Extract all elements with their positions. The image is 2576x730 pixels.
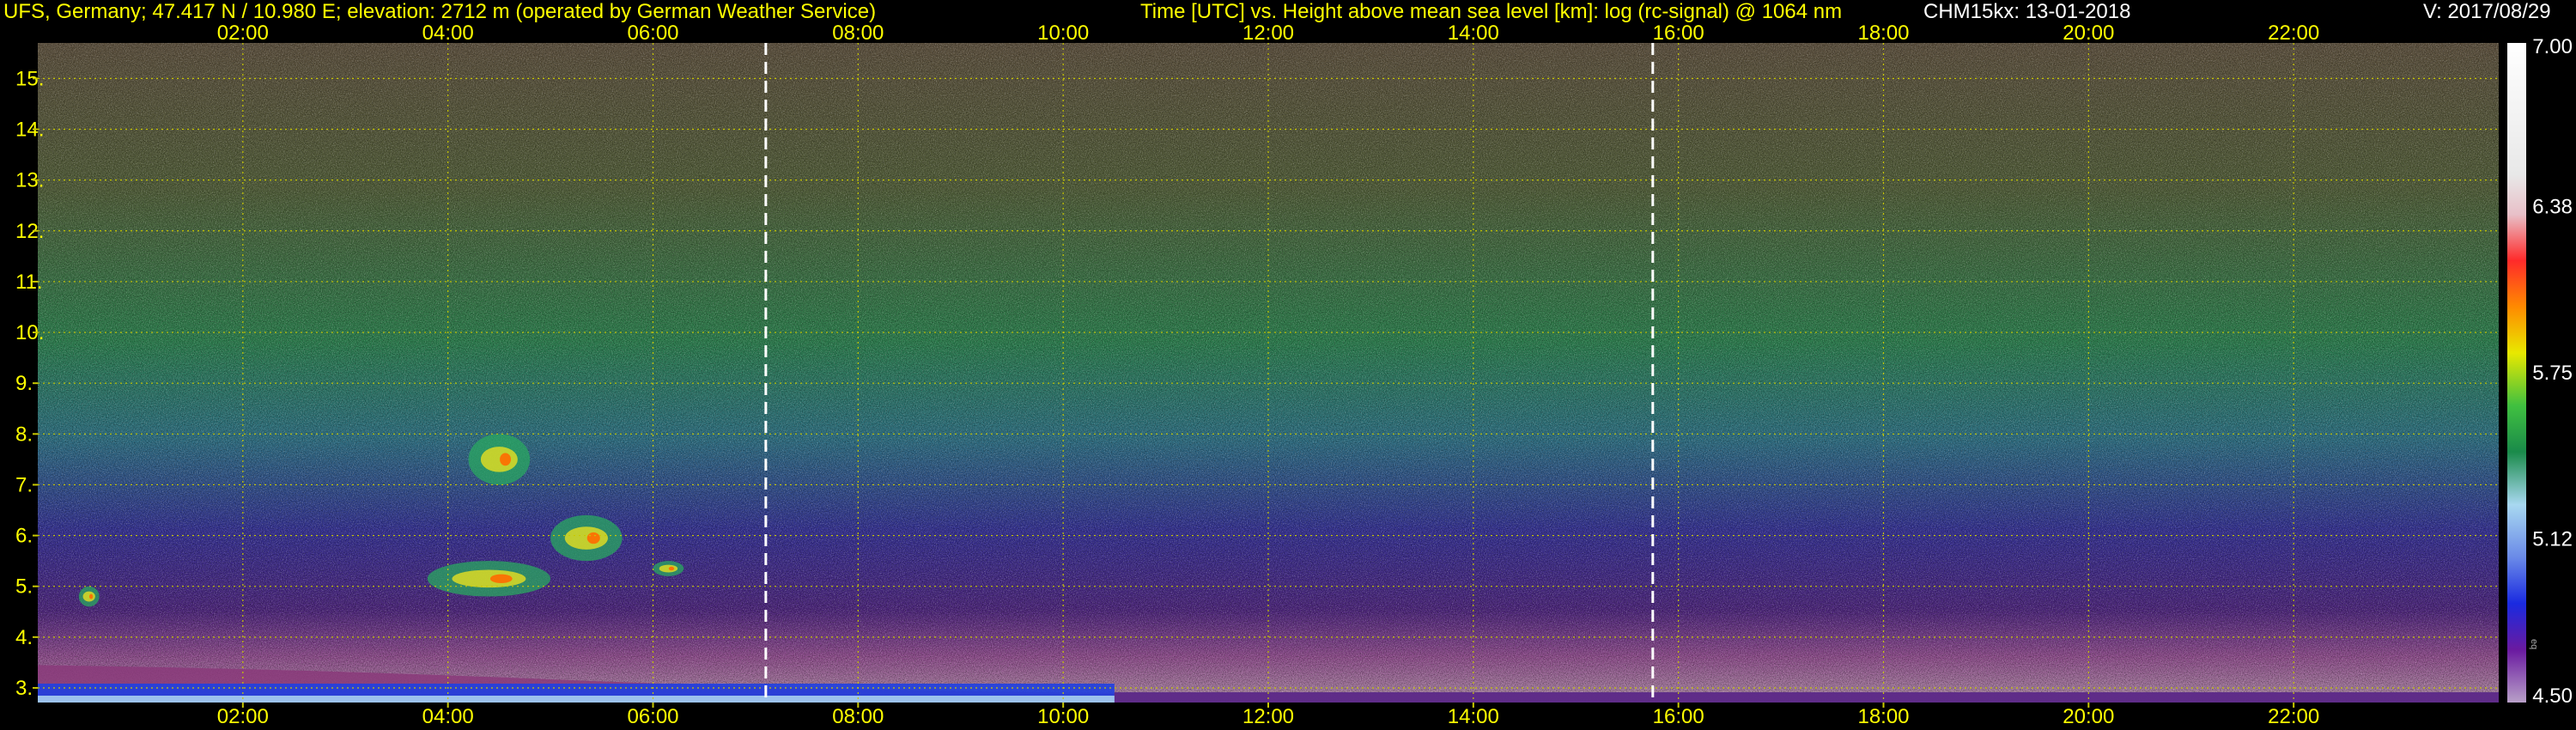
x-tick-label-top: 12:00: [1242, 21, 1294, 45]
colorbar-label: 7.00: [2532, 35, 2573, 58]
surface-signal: [38, 696, 1115, 703]
near-surface-layer-late: [1114, 692, 2499, 703]
cloud-peak: [668, 566, 675, 571]
y-tick-label: 13.: [15, 169, 44, 192]
x-tick-label-top: 16:00: [1653, 21, 1704, 45]
colorbar-label: 5.75: [2532, 362, 2573, 385]
x-tick-label-bottom: 08:00: [832, 705, 884, 728]
cloud-core: [659, 564, 678, 573]
cloud-peak: [88, 593, 94, 599]
x-tick-label-top: 06:00: [627, 21, 678, 45]
colorbar-label: 5.12: [2532, 528, 2573, 551]
ceilometer-chart: 02:00 02:00 04:00 04:00 06:00 06:00 08:00 08:00…: [15, 21, 2573, 728]
x-tick-label-top: 02:00: [217, 21, 269, 45]
y-tick-label: 14.: [15, 119, 44, 142]
x-tick-label-bottom: 02:00: [217, 705, 269, 728]
x-tick-label-top: 22:00: [2268, 21, 2319, 45]
x-tick-label-bottom: 16:00: [1653, 705, 1704, 728]
colorbar-labels: 7.00 6.38 5.75 5.12 4.50 eq: [2529, 35, 2573, 708]
y-tick-label: 3.: [15, 677, 33, 700]
colorbar-label: 4.50: [2532, 684, 2573, 708]
cloud-peak: [586, 532, 600, 544]
y-tick-label: 9.: [15, 372, 33, 395]
colorbar-small-label: eq: [2529, 639, 2539, 649]
cloud-core: [82, 591, 95, 602]
y-tick-label: 5.: [15, 575, 33, 599]
x-tick-label-bottom: 12:00: [1242, 705, 1294, 728]
x-tick-label-bottom: 14:00: [1448, 705, 1499, 728]
y-tick-label: 4.: [15, 626, 33, 649]
y-tick-label: 12.: [15, 220, 44, 243]
x-tick-label-top: 10:00: [1037, 21, 1089, 45]
x-tick-label-top: 18:00: [1857, 21, 1909, 45]
y-tick-label: 10.: [15, 321, 44, 344]
x-tick-label-bottom: 18:00: [1857, 705, 1909, 728]
cloud-peak: [500, 453, 511, 466]
y-tick-label: 7.: [15, 473, 33, 496]
colorbar-label: 6.38: [2532, 195, 2573, 218]
y-tick-label: 11.: [15, 271, 43, 294]
cloud-core: [452, 569, 526, 588]
x-tick-label-bottom: 20:00: [2063, 705, 2114, 728]
x-tick-label-top: 04:00: [422, 21, 474, 45]
x-tick-label-bottom: 06:00: [627, 705, 678, 728]
y-tick-label: 8.: [15, 423, 33, 446]
x-tick-label-top: 20:00: [2063, 21, 2114, 45]
cloud-peak: [489, 574, 513, 584]
cloud-core: [564, 526, 608, 550]
colorbar: [2507, 43, 2526, 703]
x-tick-label-bottom: 04:00: [422, 705, 474, 728]
y-tick-label: 15.: [15, 67, 44, 90]
x-tick-label-bottom: 22:00: [2268, 705, 2319, 728]
x-tick-label-top: 08:00: [832, 21, 884, 45]
cloud-core: [480, 447, 518, 472]
y-tick-label: 6.: [15, 525, 33, 548]
x-tick-label-top: 14:00: [1448, 21, 1499, 45]
x-tick-label-bottom: 10:00: [1037, 705, 1089, 728]
